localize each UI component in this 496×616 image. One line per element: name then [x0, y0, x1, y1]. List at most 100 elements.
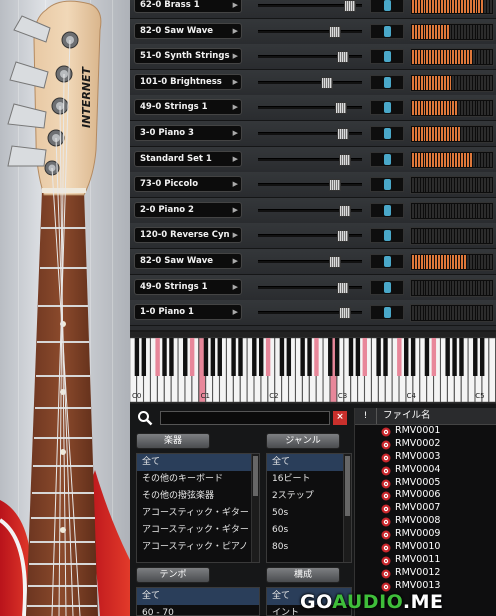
tempo-header[interactable]: テンポ	[136, 567, 210, 583]
instrument-list-item[interactable]: アコースティック・ギター (	[137, 522, 259, 539]
channel-name-button[interactable]: 62-0 Brass 1 ▶	[134, 0, 242, 13]
pan-handle[interactable]	[384, 76, 391, 88]
black-key[interactable]	[397, 338, 402, 376]
pan-slider[interactable]	[370, 23, 404, 39]
genre-list-item[interactable]: 50s	[267, 505, 351, 522]
file-list-header[interactable]: ! ファイル名	[355, 408, 496, 425]
fader-handle[interactable]	[328, 179, 341, 192]
fader-handle[interactable]	[339, 307, 352, 320]
fader-handle[interactable]	[337, 51, 350, 64]
pan-handle[interactable]	[384, 0, 391, 11]
black-key[interactable]	[189, 338, 195, 376]
instrument-header[interactable]: 楽器	[136, 433, 210, 449]
channel-name-button[interactable]: 73-0 Piccolo ▶	[134, 176, 242, 193]
search-clear-button[interactable]: ×	[333, 411, 347, 425]
instrument-list-item[interactable]: アコースティック・ギター (	[137, 505, 259, 522]
black-key[interactable]	[169, 338, 174, 376]
fader-handle[interactable]	[337, 230, 350, 243]
channel-name-button[interactable]: 49-0 Strings 1 ▶	[134, 99, 242, 116]
fader-handle[interactable]	[339, 153, 352, 166]
genre-list-item[interactable]: 2ステップ	[267, 488, 351, 505]
pan-handle[interactable]	[384, 204, 391, 216]
volume-fader[interactable]	[258, 307, 362, 320]
instrument-list-item[interactable]: その他のキーボード	[137, 471, 259, 488]
pan-handle[interactable]	[384, 230, 391, 242]
volume-fader[interactable]	[258, 25, 362, 38]
volume-fader[interactable]	[258, 0, 362, 12]
scrollbar-thumb[interactable]	[253, 456, 258, 496]
volume-fader[interactable]	[258, 102, 362, 115]
pan-handle[interactable]	[384, 128, 391, 139]
genre-header[interactable]: ジャンル	[266, 433, 340, 449]
volume-fader[interactable]	[258, 179, 362, 192]
black-key[interactable]	[238, 338, 243, 376]
black-key[interactable]	[314, 338, 319, 376]
file-row[interactable]: RMV0006	[355, 489, 496, 502]
black-key[interactable]	[445, 338, 450, 376]
filename-column-header[interactable]: ファイル名	[383, 408, 431, 424]
piano-keyboard[interactable]: C0 C1 C2 C3 C4 C5	[130, 332, 496, 404]
black-key[interactable]	[404, 338, 409, 376]
black-key[interactable]	[141, 338, 147, 376]
black-key[interactable]	[431, 338, 437, 376]
fader-handle[interactable]	[339, 204, 352, 217]
fader-handle[interactable]	[343, 0, 356, 12]
file-list[interactable]: ! ファイル名 RMV0001 RMV0002 RMV0003 RMV0004 RMV0…	[354, 408, 496, 616]
pan-slider[interactable]	[370, 228, 404, 244]
pan-slider[interactable]	[370, 177, 404, 193]
black-key[interactable]	[459, 338, 464, 376]
pan-slider[interactable]	[370, 279, 404, 295]
pan-slider[interactable]	[370, 254, 404, 269]
fader-handle[interactable]	[328, 256, 341, 268]
scrollbar[interactable]	[251, 454, 259, 562]
black-key[interactable]	[328, 338, 333, 376]
volume-fader[interactable]	[258, 128, 362, 140]
tempo-list-item[interactable]: 60 - 70	[137, 605, 259, 615]
channel-name-button[interactable]: 120-0 Reverse Cyn ▶	[134, 227, 242, 244]
volume-fader[interactable]	[258, 76, 362, 89]
channel-name-button[interactable]: 49-0 Strings 1 ▶	[134, 278, 242, 295]
scrollbar[interactable]	[343, 454, 351, 562]
flag-column-header[interactable]: !	[355, 408, 377, 424]
file-row[interactable]: RMV0010	[355, 541, 496, 554]
file-row[interactable]: RMV0004	[355, 464, 496, 477]
black-key[interactable]	[424, 338, 430, 376]
file-row[interactable]: RMV0007	[355, 502, 496, 515]
pan-slider[interactable]	[370, 0, 404, 13]
volume-fader[interactable]	[258, 153, 362, 166]
fader-handle[interactable]	[335, 102, 348, 115]
channel-name-button[interactable]: 2-0 Piano 2 ▶	[134, 201, 242, 218]
instrument-list-item[interactable]: アコースティック・ピアノ	[137, 539, 259, 556]
pan-handle[interactable]	[384, 102, 391, 114]
tempo-list-item[interactable]: 全て	[137, 588, 259, 605]
search-input[interactable]	[160, 411, 330, 425]
black-key[interactable]	[452, 338, 457, 376]
file-row[interactable]: RMV0008	[355, 515, 496, 528]
instrument-list-item[interactable]: その他の撥弦楽器	[137, 488, 259, 505]
fader-handle[interactable]	[337, 281, 350, 294]
volume-fader[interactable]	[258, 256, 362, 268]
pan-slider[interactable]	[370, 49, 404, 65]
genre-list[interactable]: 全て 16ビート 2ステップ 50s 60s 80s	[266, 453, 352, 563]
pan-handle[interactable]	[384, 256, 391, 267]
black-key[interactable]	[355, 338, 361, 376]
black-key[interactable]	[265, 338, 271, 376]
black-key[interactable]	[376, 338, 381, 376]
black-key[interactable]	[479, 338, 485, 376]
file-row[interactable]: RMV0005	[355, 477, 496, 490]
instrument-list[interactable]: 全て その他のキーボード その他の撥弦楽器 アコースティック・ギター (アコースティッ…	[136, 453, 260, 563]
black-key[interactable]	[334, 338, 340, 376]
pan-slider[interactable]	[370, 151, 404, 167]
file-row[interactable]: RMV0001	[355, 425, 496, 438]
pan-slider[interactable]	[370, 126, 404, 141]
channel-name-button[interactable]: 1-0 Piano 1 ▶	[134, 304, 242, 321]
black-key[interactable]	[410, 338, 416, 376]
black-key[interactable]	[183, 338, 188, 376]
channel-name-button[interactable]: 3-0 Piano 3 ▶	[134, 125, 242, 141]
channel-name-button[interactable]: 82-0 Saw Wave ▶	[134, 22, 242, 39]
file-row[interactable]: RMV0003	[355, 451, 496, 464]
genre-list-item[interactable]: 60s	[267, 522, 351, 539]
file-row[interactable]: RMV0009	[355, 528, 496, 541]
volume-fader[interactable]	[258, 281, 362, 294]
black-key[interactable]	[300, 338, 305, 376]
